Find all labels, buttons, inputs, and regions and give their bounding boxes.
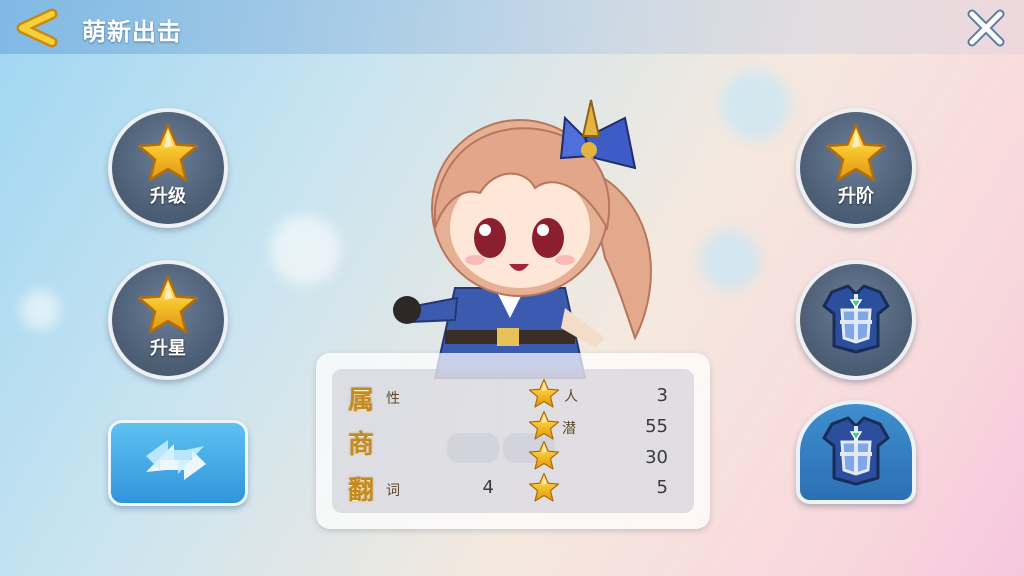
swap-button[interactable] <box>108 420 248 506</box>
stats-panel <box>316 353 710 529</box>
close-icon <box>967 9 1005 47</box>
background-sparkle <box>700 230 760 290</box>
stat-row-value: 30 <box>645 447 668 468</box>
upgrade-rank-label: 升阶 <box>838 186 874 207</box>
back-button[interactable] <box>12 8 60 48</box>
upgrade-star-button[interactable]: 升星 <box>108 260 228 380</box>
stat-row-label: 人 <box>564 389 578 405</box>
star-icon <box>528 410 560 442</box>
armor-icon <box>818 412 894 488</box>
equipment-selected-button[interactable] <box>796 400 916 504</box>
swap-arrows-icon <box>146 440 206 480</box>
stat-big-char: 属 <box>348 386 375 416</box>
stat-small-char: 性 <box>386 391 400 407</box>
background-sparkle <box>270 215 340 285</box>
upgrade-star-label: 升星 <box>150 338 186 359</box>
armor-icon <box>818 280 894 356</box>
background-sparkle <box>720 70 790 140</box>
star-icon <box>824 122 888 186</box>
back-arrow-icon <box>16 8 58 48</box>
stat-row-value: 55 <box>645 416 668 437</box>
star-icon <box>528 378 560 410</box>
stat-left-value: 4 <box>482 477 494 498</box>
stat-row-label: 潜 <box>562 421 576 437</box>
stat-row-value: 3 <box>656 385 668 406</box>
page-title: 萌新出击 <box>82 18 182 46</box>
star-icon <box>528 472 560 504</box>
star-icon <box>136 122 200 186</box>
upgrade-level-label: 升级 <box>150 186 186 207</box>
stat-row-value: 5 <box>656 477 668 498</box>
equipment-button[interactable] <box>796 260 916 380</box>
star-icon <box>528 440 560 472</box>
upgrade-rank-button[interactable]: 升阶 <box>796 108 916 228</box>
star-icon <box>136 274 200 338</box>
stat-big-char: 商 <box>348 430 375 460</box>
upgrade-level-button[interactable]: 升级 <box>108 108 228 228</box>
background-sparkle <box>20 290 60 330</box>
stat-small-char: 词 <box>386 483 400 499</box>
close-button[interactable] <box>964 8 1008 48</box>
stat-big-char: 翻 <box>348 476 375 506</box>
